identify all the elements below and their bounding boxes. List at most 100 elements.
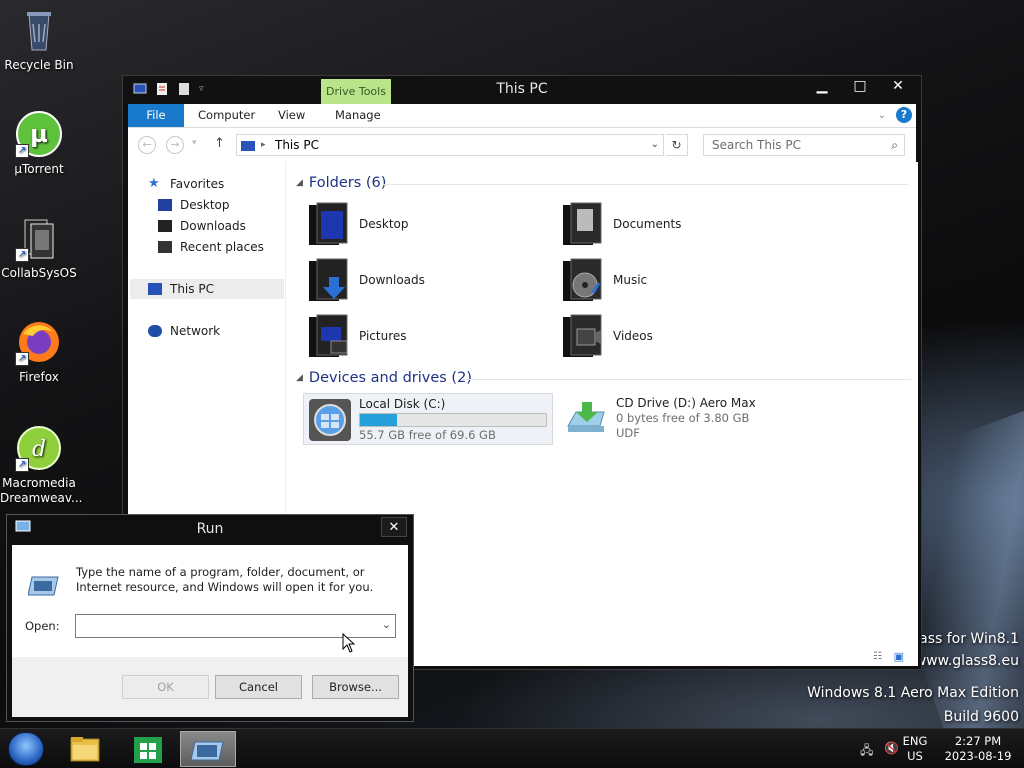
group-divider xyxy=(382,184,908,185)
nav-recent-places[interactable]: Recent places xyxy=(158,237,264,257)
expand-ribbon-icon[interactable]: ⌄ xyxy=(878,110,886,121)
network-status-icon[interactable]: 🖧 xyxy=(860,741,876,757)
group-header-folders[interactable]: ◢ Folders (6) xyxy=(296,175,386,191)
svg-text:µ: µ xyxy=(30,120,48,148)
maximize-button[interactable]: □ xyxy=(849,78,871,94)
taskbar-file-explorer[interactable] xyxy=(57,731,113,767)
shortcut-arrow-icon: ↗ xyxy=(15,352,29,366)
clock[interactable]: 2:27 PM 2023-08-19 xyxy=(938,734,1018,764)
mouse-cursor-icon xyxy=(342,632,356,657)
downloads-folder-icon xyxy=(307,257,351,303)
nav-favorites[interactable]: ★ Favorites xyxy=(148,174,224,194)
drive-filesystem: UDF xyxy=(616,426,640,440)
recycle-bin-icon xyxy=(15,6,63,54)
desktop-folder-icon xyxy=(307,201,351,247)
nav-label: Desktop xyxy=(180,198,230,212)
desktop-icon-collabsysos[interactable]: ↗ CollabSysOS xyxy=(0,214,78,281)
firefox-icon: ↗ xyxy=(15,318,63,366)
tab-manage[interactable]: Manage xyxy=(325,104,391,127)
drive-name: CD Drive (D:) Aero Max xyxy=(616,396,756,410)
build-text: Build 9600 xyxy=(943,709,1019,725)
shortcut-arrow-icon: ↗ xyxy=(15,248,29,262)
open-label: Open: xyxy=(25,619,60,633)
taskbar-store[interactable] xyxy=(120,731,176,767)
drive-local-disk-c[interactable]: Local Disk (C:) 55.7 GB free of 69.6 GB xyxy=(303,393,553,445)
desktop-icon-label: Macromedia Dreamweav... xyxy=(0,476,83,505)
nav-network[interactable]: Network xyxy=(148,321,220,341)
details-view-icon[interactable]: ☷ xyxy=(873,651,882,662)
network-icon xyxy=(148,325,162,337)
back-button[interactable]: ← xyxy=(138,136,156,154)
group-header-devices[interactable]: ◢ Devices and drives (2) xyxy=(296,370,472,386)
window-title: This PC xyxy=(496,81,548,97)
help-icon[interactable]: ? xyxy=(896,107,912,123)
run-title: Run xyxy=(196,521,224,537)
desktop-icon-label: CollabSysOS xyxy=(1,266,77,280)
run-close-button[interactable]: ✕ xyxy=(381,517,407,537)
input-language[interactable]: ENG US xyxy=(900,734,930,764)
tiles-view-icon[interactable]: ▣ xyxy=(894,650,904,663)
recent-locations-icon[interactable]: ▾ xyxy=(192,138,197,148)
search-placeholder: Search This PC xyxy=(712,138,801,152)
file-explorer-icon xyxy=(70,737,100,762)
desktop-icon-dreamweaver[interactable]: d ↗ Macromedia Dreamweav... xyxy=(0,424,83,506)
videos-folder-icon xyxy=(561,313,605,359)
nav-this-pc[interactable]: This PC xyxy=(130,279,284,299)
drive-free-space: 55.7 GB free of 69.6 GB xyxy=(359,428,496,442)
minimize-button[interactable]: ▁ xyxy=(811,78,833,94)
desktop-icon-label: Recycle Bin xyxy=(4,58,74,72)
downloads-icon xyxy=(158,220,172,232)
chevron-down-icon[interactable]: ⌄ xyxy=(382,618,391,631)
tab-view[interactable]: View xyxy=(268,104,315,127)
edition-text: Windows 8.1 Aero Max Edition xyxy=(807,685,1019,701)
close-button[interactable]: ✕ xyxy=(887,78,909,94)
system-tray: 🖧 🔇 ENG US 2:27 PM 2023-08-19 xyxy=(844,729,1024,768)
watermark-line2: www.glass8.eu xyxy=(914,653,1019,669)
documents-folder-icon xyxy=(561,201,605,247)
browse-button[interactable]: Browse... xyxy=(312,675,399,699)
cancel-button[interactable]: Cancel xyxy=(215,675,302,699)
run-description: Type the name of a program, folder, docu… xyxy=(76,565,374,594)
folder-videos[interactable]: Videos xyxy=(561,311,801,361)
volume-muted-icon[interactable]: 🔇 xyxy=(884,741,900,757)
drive-cd-d[interactable]: CD Drive (D:) Aero Max 0 bytes free of 3… xyxy=(561,393,811,445)
watermark-line1: lass for Win8.1 xyxy=(915,631,1019,647)
group-header-label: Devices and drives (2) xyxy=(308,370,472,386)
ok-button[interactable]: OK xyxy=(122,675,209,699)
address-bar-row: ← → ▾ ↑ ▸ This PC ⌄ ↻ Search This PC ⌕ xyxy=(128,128,916,162)
dreamweaver-icon: d ↗ xyxy=(15,424,63,472)
forward-button[interactable]: → xyxy=(166,136,184,154)
folder-music[interactable]: Music xyxy=(561,255,801,305)
nav-label: Recent places xyxy=(180,240,264,254)
shortcut-arrow-icon: ↗ xyxy=(15,458,29,472)
nav-label: Network xyxy=(170,324,221,338)
group-header-label: Folders (6) xyxy=(308,175,387,191)
start-button[interactable] xyxy=(8,732,44,766)
tab-file[interactable]: File xyxy=(128,104,184,127)
desktop-icon-firefox[interactable]: ↗ Firefox xyxy=(0,318,78,385)
folder-desktop[interactable]: Desktop xyxy=(307,199,547,249)
nav-label: Favorites xyxy=(170,177,225,191)
nav-desktop[interactable]: Desktop xyxy=(158,195,230,215)
up-button[interactable]: ↑ xyxy=(214,136,225,151)
address-field[interactable]: ▸ This PC ⌄ xyxy=(236,134,664,156)
collabsysos-icon: ↗ xyxy=(15,214,63,262)
collapse-icon: ◢ xyxy=(296,373,303,383)
folder-pictures[interactable]: Pictures xyxy=(307,311,547,361)
pictures-folder-icon xyxy=(307,313,351,359)
address-dropdown-icon[interactable]: ⌄ xyxy=(651,135,659,155)
folder-documents[interactable]: Documents xyxy=(561,199,801,249)
title-bar[interactable]: ▿ Drive Tools This PC ▁ □ ✕ xyxy=(123,76,921,106)
folder-downloads[interactable]: Downloads xyxy=(307,255,547,305)
taskbar-run[interactable] xyxy=(180,731,236,767)
ribbon-tabs: File Computer View Manage ⌄ ? xyxy=(128,104,916,128)
desktop-icon-utorrent[interactable]: µ ↗ µTorrent xyxy=(0,110,78,177)
drive-usage-fill xyxy=(360,414,398,426)
tab-computer[interactable]: Computer xyxy=(188,104,265,127)
search-input[interactable]: Search This PC ⌕ xyxy=(703,134,905,156)
windows-drive-icon xyxy=(307,397,353,443)
desktop-icon-recycle-bin[interactable]: Recycle Bin xyxy=(0,6,78,73)
shortcut-arrow-icon: ↗ xyxy=(15,144,29,158)
nav-downloads[interactable]: Downloads xyxy=(158,216,246,236)
refresh-button[interactable]: ↻ xyxy=(666,134,688,156)
